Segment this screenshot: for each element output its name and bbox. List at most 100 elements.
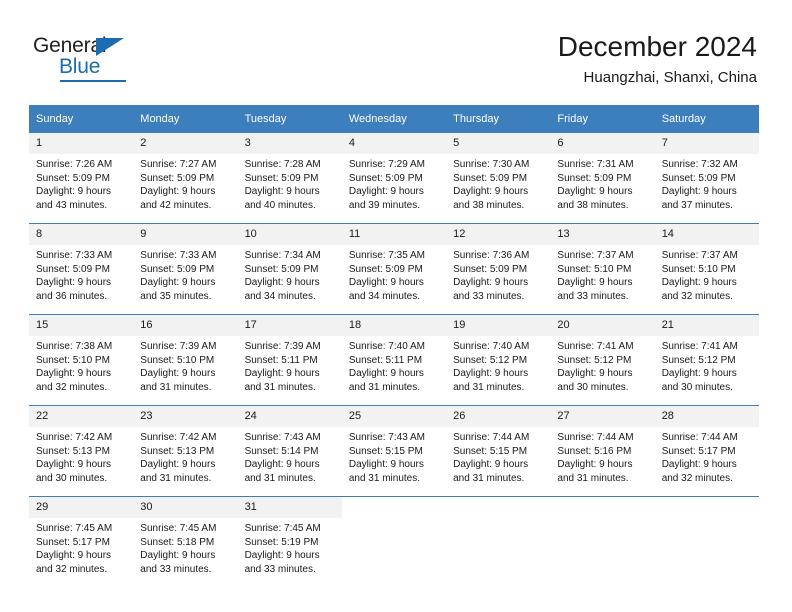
day-number: 31: [237, 497, 342, 518]
daylight-text: Daylight: 9 hours and 34 minutes.: [244, 277, 320, 302]
sunrise-text: Sunrise: 7:42 AM: [140, 432, 217, 443]
day-number: 2: [133, 133, 238, 154]
day-cell[interactable]: 15 Sunrise: 7:38 AM Sunset: 5:10 PM Dayl…: [29, 314, 134, 406]
sunset-text: Sunset: 5:09 PM: [453, 263, 528, 275]
day-details: Sunrise: 7:42 AM Sunset: 5:13 PM Dayligh…: [29, 427, 133, 485]
day-details: Sunrise: 7:27 AM Sunset: 5:09 PM Dayligh…: [133, 154, 237, 212]
day-number: 30: [133, 497, 238, 518]
daylight-text: Daylight: 9 hours and 32 minutes.: [661, 459, 737, 484]
sunrise-text: Sunrise: 7:38 AM: [36, 341, 113, 352]
sunset-text: Sunset: 5:13 PM: [140, 445, 215, 457]
sunset-text: Sunset: 5:18 PM: [140, 536, 215, 548]
day-cell[interactable]: 27 Sunrise: 7:44 AM Sunset: 5:16 PM Dayl…: [550, 405, 655, 497]
daylight-text: Daylight: 9 hours and 32 minutes.: [36, 368, 112, 393]
page-header: General Blue December 2024 Huangzhai, Sh…: [0, 0, 792, 104]
sunset-text: Sunset: 5:12 PM: [661, 354, 736, 366]
day-cell[interactable]: 29 Sunrise: 7:45 AM Sunset: 5:17 PM Dayl…: [29, 496, 134, 587]
day-cell[interactable]: 21 Sunrise: 7:41 AM Sunset: 5:12 PM Dayl…: [654, 314, 759, 406]
daylight-text: Daylight: 9 hours and 31 minutes.: [453, 368, 529, 393]
sunrise-text: Sunrise: 7:44 AM: [661, 432, 738, 443]
sunrise-text: Sunrise: 7:34 AM: [244, 250, 321, 261]
daylight-text: Daylight: 9 hours and 32 minutes.: [36, 550, 112, 575]
daylight-text: Daylight: 9 hours and 43 minutes.: [36, 186, 112, 211]
day-details: Sunrise: 7:33 AM Sunset: 5:09 PM Dayligh…: [29, 245, 133, 303]
day-cell[interactable]: 3 Sunrise: 7:28 AM Sunset: 5:09 PM Dayli…: [237, 133, 342, 224]
day-cell[interactable]: 17 Sunrise: 7:39 AM Sunset: 5:11 PM Dayl…: [237, 314, 342, 406]
week-row: 15 Sunrise: 7:38 AM Sunset: 5:10 PM Dayl…: [29, 314, 759, 406]
day-details: Sunrise: 7:45 AM Sunset: 5:18 PM Dayligh…: [133, 518, 237, 576]
day-number: 22: [29, 406, 134, 427]
daylight-text: Daylight: 9 hours and 31 minutes.: [140, 368, 216, 393]
day-details: Sunrise: 7:43 AM Sunset: 5:14 PM Dayligh…: [238, 427, 342, 485]
day-cell[interactable]: 8 Sunrise: 7:33 AM Sunset: 5:09 PM Dayli…: [29, 223, 134, 315]
day-cell[interactable]: 23 Sunrise: 7:42 AM Sunset: 5:13 PM Dayl…: [133, 405, 238, 497]
day-cell[interactable]: 4 Sunrise: 7:29 AM Sunset: 5:09 PM Dayli…: [341, 133, 447, 224]
day-cell[interactable]: 5 Sunrise: 7:30 AM Sunset: 5:09 PM Dayli…: [446, 133, 551, 224]
day-cell[interactable]: 14 Sunrise: 7:37 AM Sunset: 5:10 PM Dayl…: [654, 223, 759, 315]
day-details: Sunrise: 7:45 AM Sunset: 5:17 PM Dayligh…: [29, 518, 133, 576]
day-cell[interactable]: 12 Sunrise: 7:36 AM Sunset: 5:09 PM Dayl…: [446, 223, 551, 315]
day-cell[interactable]: 18 Sunrise: 7:40 AM Sunset: 5:11 PM Dayl…: [341, 314, 447, 406]
day-number: 27: [550, 406, 655, 427]
day-cell[interactable]: 30 Sunrise: 7:45 AM Sunset: 5:18 PM Dayl…: [133, 496, 238, 587]
day-cell[interactable]: 20 Sunrise: 7:41 AM Sunset: 5:12 PM Dayl…: [550, 314, 655, 406]
day-number: 11: [341, 224, 447, 245]
day-details: Sunrise: 7:41 AM Sunset: 5:12 PM Dayligh…: [655, 336, 759, 394]
day-cell[interactable]: 6 Sunrise: 7:31 AM Sunset: 5:09 PM Dayli…: [550, 133, 655, 224]
sunset-text: Sunset: 5:11 PM: [348, 354, 423, 366]
sunrise-text: Sunrise: 7:33 AM: [36, 250, 113, 261]
day-number: 23: [133, 406, 238, 427]
weekday-header-tuesday: Tuesday: [237, 105, 342, 133]
day-cell[interactable]: 16 Sunrise: 7:39 AM Sunset: 5:10 PM Dayl…: [133, 314, 238, 406]
sunset-text: Sunset: 5:17 PM: [661, 445, 736, 457]
day-number: [446, 497, 551, 518]
daylight-text: Daylight: 9 hours and 31 minutes.: [557, 459, 633, 484]
day-cell[interactable]: 31 Sunrise: 7:45 AM Sunset: 5:19 PM Dayl…: [237, 496, 342, 587]
general-blue-logo[interactable]: General Blue: [33, 34, 173, 82]
daylight-text: Daylight: 9 hours and 30 minutes.: [557, 368, 633, 393]
sunset-text: Sunset: 5:10 PM: [557, 263, 632, 275]
sunrise-text: Sunrise: 7:45 AM: [140, 523, 217, 534]
weekday-header-saturday: Saturday: [654, 105, 759, 133]
sunrise-text: Sunrise: 7:30 AM: [453, 159, 530, 170]
day-number: 16: [133, 315, 238, 336]
daylight-text: Daylight: 9 hours and 33 minutes.: [140, 550, 216, 575]
day-number: 13: [550, 224, 655, 245]
day-cell[interactable]: 22 Sunrise: 7:42 AM Sunset: 5:13 PM Dayl…: [29, 405, 134, 497]
day-number: 29: [29, 497, 134, 518]
day-cell[interactable]: 1 Sunrise: 7:26 AM Sunset: 5:09 PM Dayli…: [29, 133, 134, 224]
day-details: Sunrise: 7:42 AM Sunset: 5:13 PM Dayligh…: [133, 427, 237, 485]
day-cell[interactable]: 10 Sunrise: 7:34 AM Sunset: 5:09 PM Dayl…: [237, 223, 342, 315]
week-row: 8 Sunrise: 7:33 AM Sunset: 5:09 PM Dayli…: [29, 223, 759, 315]
day-cell[interactable]: 26 Sunrise: 7:44 AM Sunset: 5:15 PM Dayl…: [446, 405, 551, 497]
day-cell[interactable]: 9 Sunrise: 7:33 AM Sunset: 5:09 PM Dayli…: [133, 223, 238, 315]
sunset-text: Sunset: 5:14 PM: [244, 445, 319, 457]
daylight-text: Daylight: 9 hours and 31 minutes.: [244, 459, 320, 484]
day-number: 14: [654, 224, 759, 245]
day-cell[interactable]: 13 Sunrise: 7:37 AM Sunset: 5:10 PM Dayl…: [550, 223, 655, 315]
week-row: 29 Sunrise: 7:45 AM Sunset: 5:17 PM Dayl…: [29, 496, 759, 587]
sunrise-text: Sunrise: 7:44 AM: [453, 432, 530, 443]
day-number: 28: [654, 406, 759, 427]
day-number: 4: [341, 133, 447, 154]
sunset-text: Sunset: 5:10 PM: [661, 263, 736, 275]
day-cell[interactable]: 24 Sunrise: 7:43 AM Sunset: 5:14 PM Dayl…: [237, 405, 342, 497]
day-cell[interactable]: 28 Sunrise: 7:44 AM Sunset: 5:17 PM Dayl…: [654, 405, 759, 497]
day-cell[interactable]: 11 Sunrise: 7:35 AM Sunset: 5:09 PM Dayl…: [341, 223, 447, 315]
sunrise-text: Sunrise: 7:45 AM: [244, 523, 321, 534]
daylight-text: Daylight: 9 hours and 33 minutes.: [244, 550, 320, 575]
daylight-text: Daylight: 9 hours and 30 minutes.: [36, 459, 112, 484]
day-number: 9: [133, 224, 238, 245]
daylight-text: Daylight: 9 hours and 42 minutes.: [140, 186, 216, 211]
day-cell[interactable]: 7 Sunrise: 7:32 AM Sunset: 5:09 PM Dayli…: [654, 133, 759, 224]
daylight-text: Daylight: 9 hours and 31 minutes.: [244, 368, 320, 393]
day-details: Sunrise: 7:38 AM Sunset: 5:10 PM Dayligh…: [29, 336, 133, 394]
day-details: Sunrise: 7:37 AM Sunset: 5:10 PM Dayligh…: [655, 245, 759, 303]
day-cell[interactable]: 19 Sunrise: 7:40 AM Sunset: 5:12 PM Dayl…: [446, 314, 551, 406]
daylight-text: Daylight: 9 hours and 36 minutes.: [36, 277, 112, 302]
day-cell[interactable]: 25 Sunrise: 7:43 AM Sunset: 5:15 PM Dayl…: [341, 405, 447, 497]
sunrise-text: Sunrise: 7:29 AM: [348, 159, 425, 170]
day-details: Sunrise: 7:40 AM Sunset: 5:12 PM Dayligh…: [446, 336, 550, 394]
day-cell[interactable]: 2 Sunrise: 7:27 AM Sunset: 5:09 PM Dayli…: [133, 133, 238, 224]
sunset-text: Sunset: 5:09 PM: [140, 172, 215, 184]
